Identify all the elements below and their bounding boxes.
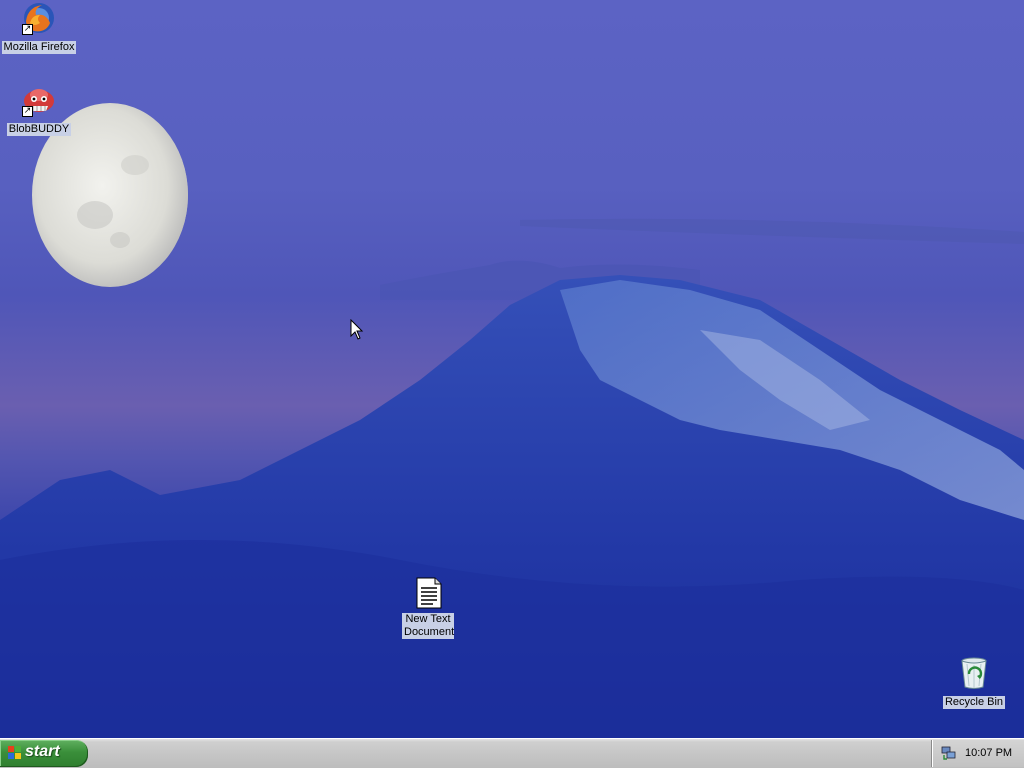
desktop-icon-label: Recycle Bin bbox=[942, 696, 1006, 709]
desktop-icon-label: New Text Document bbox=[402, 613, 455, 639]
desktop-icon-recycle-bin[interactable]: Recycle Bin bbox=[935, 656, 1013, 709]
network-icon[interactable] bbox=[941, 745, 957, 761]
desktop-icon-label: BlobBUDDY bbox=[6, 123, 72, 136]
recycle-bin-icon bbox=[957, 656, 991, 690]
desktop[interactable]: ↗ Mozilla Firefox ↗ BlobBUDDY New Text D… bbox=[0, 0, 1024, 738]
desktop-icon-label: Mozilla Firefox bbox=[1, 41, 77, 54]
desktop-icon-new-text-document[interactable]: New Text Document bbox=[389, 576, 467, 639]
start-button[interactable]: start bbox=[0, 740, 88, 767]
firefox-icon: ↗ bbox=[22, 1, 56, 35]
desktop-icon-firefox[interactable]: ↗ Mozilla Firefox bbox=[0, 1, 78, 54]
clock[interactable]: 10:07 PM bbox=[965, 747, 1012, 759]
mouse-cursor-icon bbox=[350, 319, 364, 340]
wallpaper-image bbox=[0, 103, 1024, 738]
windows-logo-icon bbox=[8, 746, 21, 759]
shortcut-arrow-icon: ↗ bbox=[22, 106, 33, 117]
text-document-icon bbox=[411, 576, 445, 610]
shortcut-arrow-icon: ↗ bbox=[22, 24, 33, 35]
taskbar: start 10:07 PM bbox=[0, 738, 1024, 768]
desktop-icon-blobbuddy[interactable]: ↗ BlobBUDDY bbox=[0, 83, 78, 136]
start-label: start bbox=[25, 743, 60, 760]
blobbuddy-icon: ↗ bbox=[22, 83, 56, 117]
system-tray: 10:07 PM bbox=[931, 740, 1024, 767]
